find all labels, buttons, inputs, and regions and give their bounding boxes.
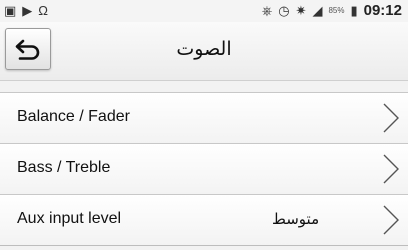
no-signal-icon: ⎈ xyxy=(261,2,273,18)
menu-item-aux-input-level[interactable]: Aux input level متوسط xyxy=(0,194,408,246)
menu-item-label: Aux input level xyxy=(17,210,122,227)
battery-percent: 85% xyxy=(328,6,345,15)
status-bar: ▣ ▶ Ω ⎈ ◷ ✷ ◢ 85% ▮ 09:12 xyxy=(0,0,408,22)
alarm-icon: ◷ xyxy=(278,2,290,18)
play-icon: ▶ xyxy=(22,3,33,18)
status-left-icons: ▣ ▶ Ω xyxy=(4,3,48,19)
page-title: الصوت xyxy=(176,39,232,60)
wifi-icon: ✷ xyxy=(295,2,307,18)
menu-item-balance-fader[interactable]: Balance / Fader xyxy=(0,92,408,144)
clock-time: 09:12 xyxy=(363,2,402,19)
menu-item-bass-treble[interactable]: Bass / Treble xyxy=(0,143,408,195)
chevron-right-icon xyxy=(383,103,399,133)
battery-icon: ▮ xyxy=(350,2,358,18)
chevron-right-icon xyxy=(383,205,399,235)
menu-item-label: Bass / Treble xyxy=(17,159,111,176)
back-button[interactable] xyxy=(5,28,51,70)
gallery-icon: ▣ xyxy=(4,3,17,18)
menu-item-value: متوسط xyxy=(272,211,320,228)
menu-item-label: Balance / Fader xyxy=(17,108,130,125)
chevron-right-icon xyxy=(383,154,399,184)
header-bar: الصوت xyxy=(0,22,408,81)
back-arrow-icon xyxy=(15,39,40,60)
signal-icon: ◢ xyxy=(312,2,323,18)
headphones-icon: Ω xyxy=(38,3,49,18)
status-right-icons: ⎈ ◷ ✷ ◢ 85% ▮ 09:12 xyxy=(262,2,402,19)
